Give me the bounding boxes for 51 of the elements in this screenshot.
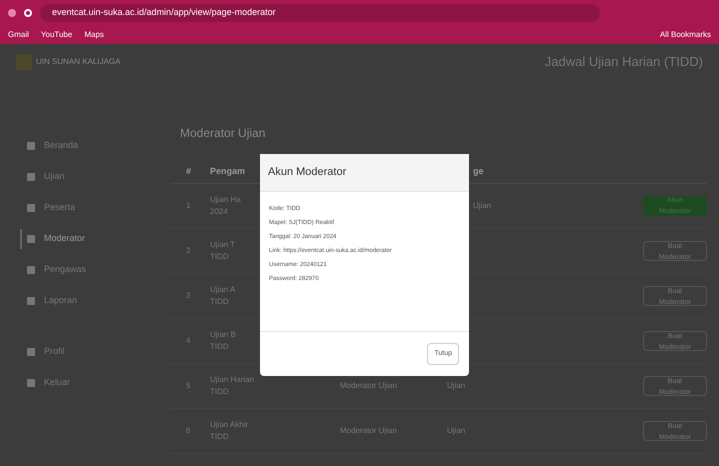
table-cell: Ujian B [210, 329, 236, 341]
bookmark[interactable]: All Bookmarks [660, 29, 711, 41]
address-bar[interactable]: eventcat.uin-suka.ac.id/admin/app/view/page-moderator [40, 4, 600, 22]
table-cell: TIDD [210, 341, 229, 353]
table-cell: Moderator Ujian [340, 381, 397, 390]
menu-item-icon [26, 265, 36, 275]
table-cell-text: 1 [185, 200, 192, 212]
menu-item-icon [26, 203, 36, 213]
table-cell: TIDD [210, 386, 229, 398]
table-cell-text: 4 [185, 335, 192, 347]
column-header: # [185, 164, 192, 178]
menu-item-icon [26, 378, 36, 388]
logo-text: UIN SUNAN KALIJAGA [36, 56, 120, 68]
table-cell-text: 3 [185, 290, 192, 302]
menu-item-icon [26, 234, 36, 244]
menu-item-icon [26, 141, 36, 151]
table-cell-text: 6 [185, 425, 192, 437]
table-cell-text: 2 [185, 245, 192, 257]
menu-item-icon [26, 172, 36, 182]
menu-item-icon [26, 347, 36, 357]
sidebar-item[interactable]: Ujian [26, 167, 170, 187]
table-cell: 2024 [210, 206, 228, 218]
page-title: Moderator Ujian [180, 125, 266, 142]
sidebar-item[interactable]: Peserta [26, 198, 170, 218]
table-cell: Ujian A [210, 284, 236, 296]
table-cell-text: 5 [185, 380, 192, 392]
table-cell: Ujian [447, 426, 466, 435]
table-cell: Ujian T [210, 239, 236, 251]
table-cell: TIDD [210, 251, 229, 263]
modal-title: Akun Moderator [268, 165, 346, 180]
sidebar-item[interactable]: Profil [26, 342, 170, 362]
table-cell: Ujian [447, 381, 466, 390]
header-title: Jadwal Ujian Harian (TIDD) [544, 53, 703, 72]
sidebar-item[interactable]: Beranda [26, 136, 170, 156]
sidebar-item[interactable]: Keluar [26, 373, 170, 393]
sidebar-item[interactable]: Pengawas [26, 260, 170, 280]
table-cell: TIDD [210, 431, 229, 443]
bookmark[interactable]: Gmail [8, 29, 29, 41]
column-header: ge [473, 164, 484, 178]
sidebar-item[interactable]: Moderator [20, 229, 170, 249]
table-cell: Ujian Akhir [210, 419, 248, 431]
table-cell: Ujian Harian [210, 374, 254, 386]
bookmark[interactable]: Maps [84, 29, 104, 41]
table-cell: Ujian [473, 201, 492, 210]
table-cell: Ujian Ha [210, 194, 241, 206]
bookmark[interactable]: YouTube [40, 29, 72, 41]
table-cell: TIDD [210, 296, 229, 308]
sidebar-item[interactable]: Laporan [26, 291, 170, 311]
menu-item-icon [26, 296, 36, 306]
column-header: Pengam [210, 166, 246, 176]
table-cell: Moderator Ujian [340, 426, 397, 435]
